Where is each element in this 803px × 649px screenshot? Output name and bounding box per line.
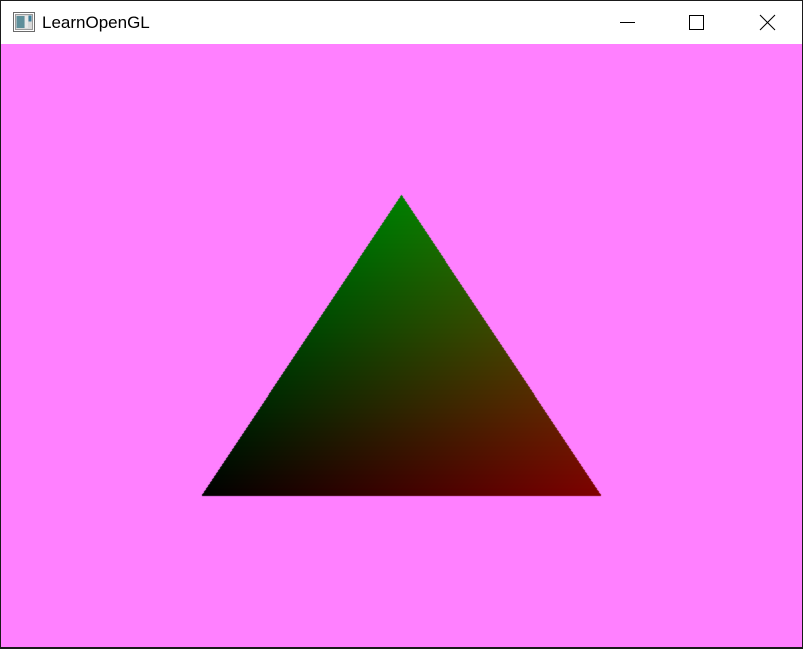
maximize-button[interactable] [662, 1, 732, 44]
close-icon [759, 14, 776, 31]
app-window: LearnOpenGL [0, 0, 803, 649]
window-title: LearnOpenGL [42, 13, 150, 32]
app-window-icon [13, 12, 35, 32]
minimize-button[interactable] [593, 1, 663, 44]
minimize-icon [620, 22, 635, 23]
opengl-viewport[interactable] [1, 44, 802, 647]
title-bar[interactable]: LearnOpenGL [1, 1, 802, 44]
close-button[interactable] [732, 1, 802, 44]
render-canvas[interactable] [1, 44, 802, 647]
maximize-icon [689, 15, 704, 30]
